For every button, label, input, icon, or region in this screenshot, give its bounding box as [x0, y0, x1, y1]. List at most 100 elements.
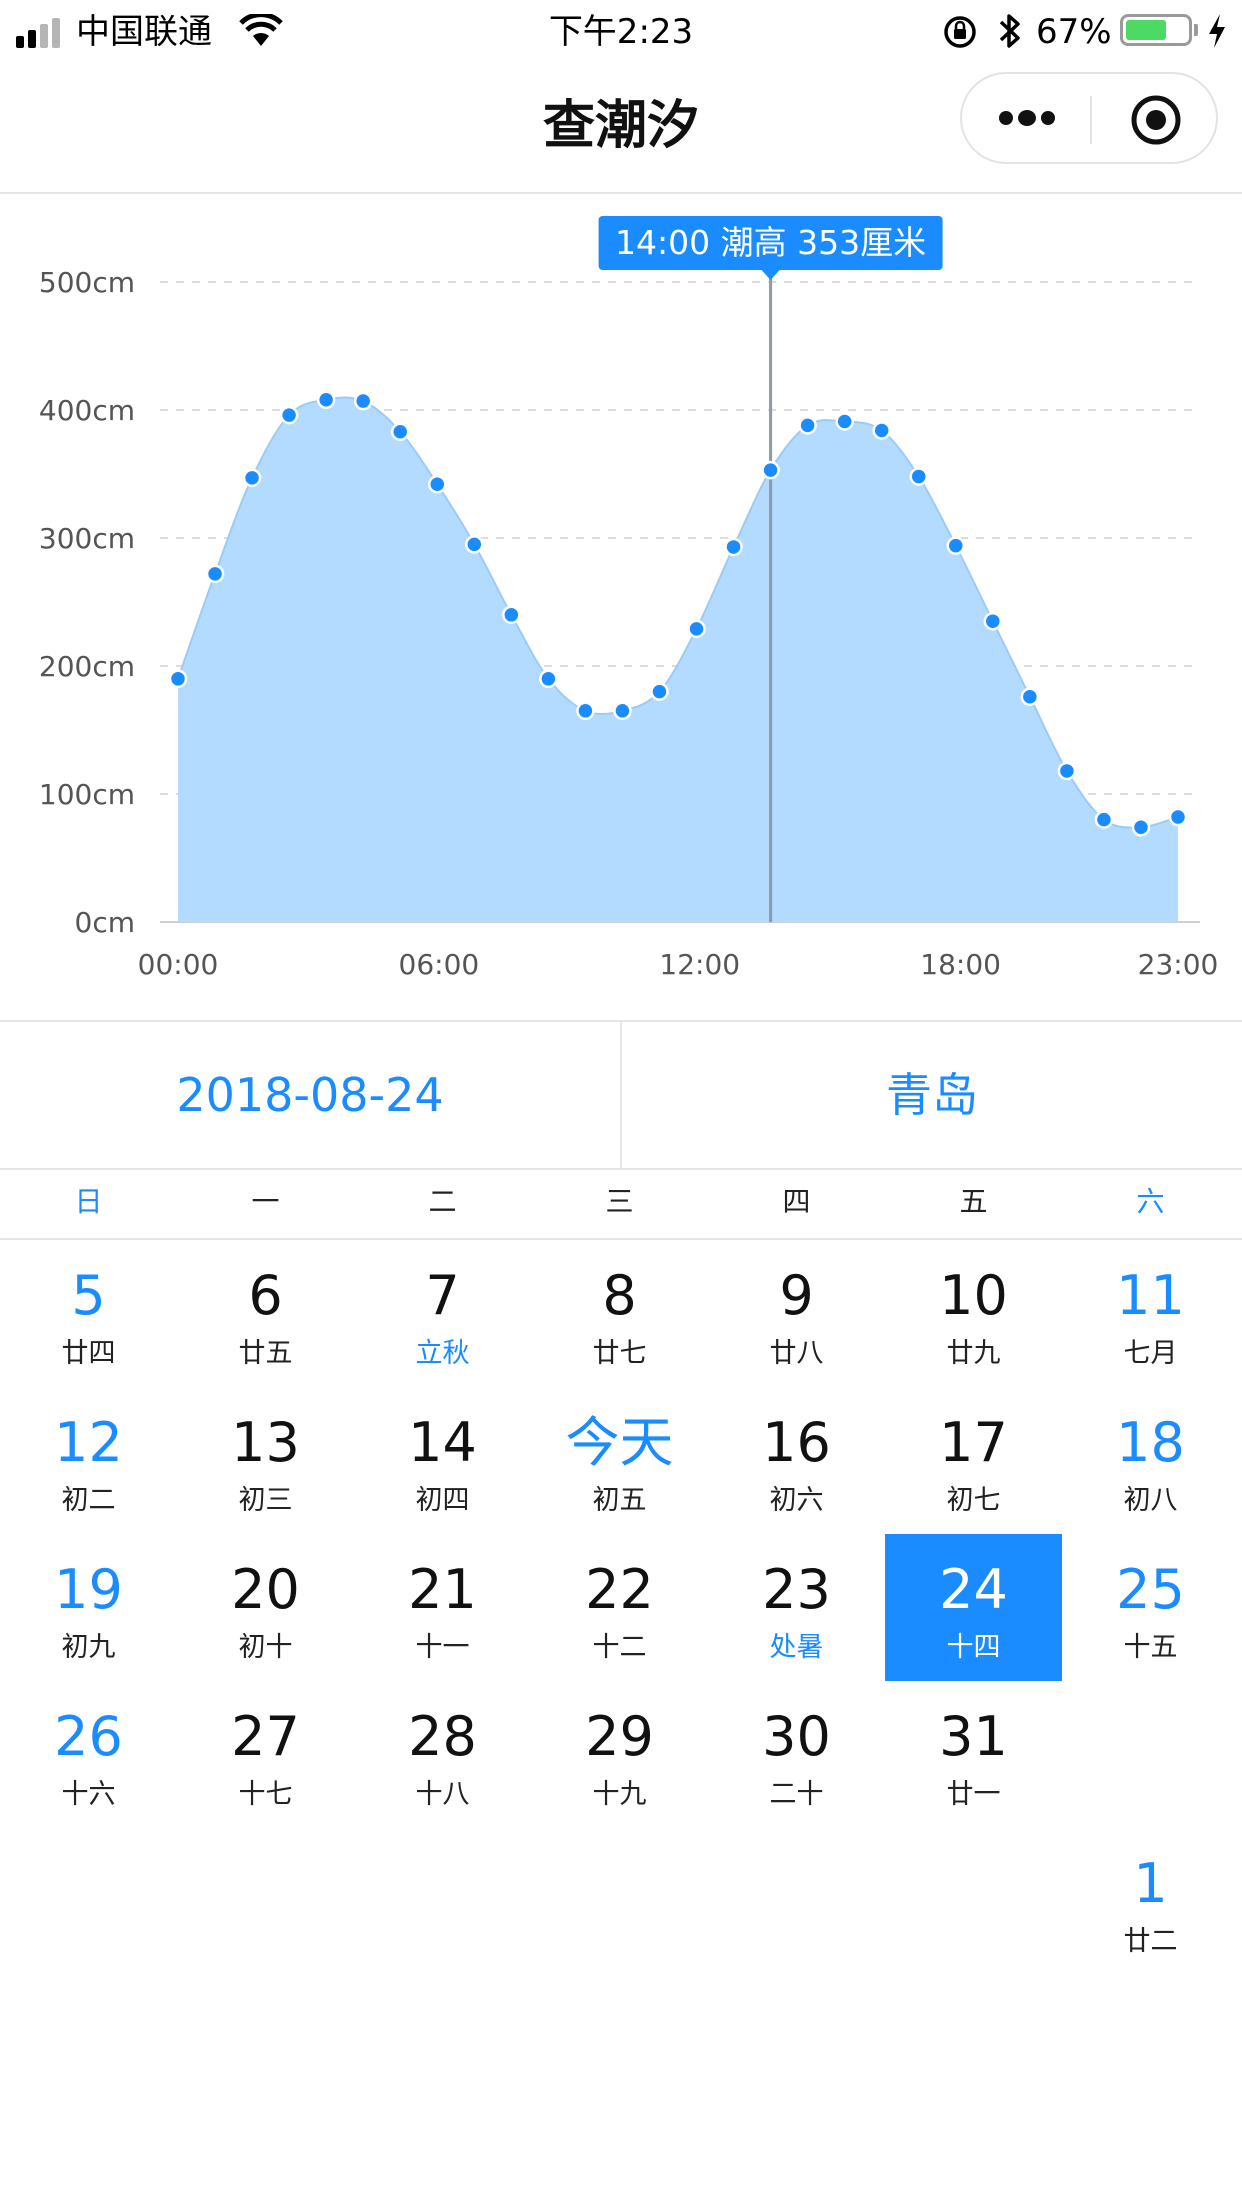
tooltip-text: 14:00 潮高 353厘米: [615, 223, 926, 262]
calendar-day[interactable]: 10 廿九: [885, 1240, 1062, 1387]
lunar-date-label: 十七: [238, 1779, 293, 1810]
day-number: 7: [425, 1264, 460, 1327]
calendar-day[interactable]: 20 初十: [177, 1534, 354, 1681]
y-tick-label: 200cm: [39, 650, 135, 683]
calendar-day[interactable]: 9 廿八: [708, 1240, 885, 1387]
calendar-day[interactable]: 25 十五: [1062, 1534, 1239, 1681]
lunar-date-label: 初三: [238, 1485, 293, 1516]
calendar-day[interactable]: 8 廿七: [531, 1240, 708, 1387]
data-point: [390, 422, 410, 442]
calendar-day[interactable]: 23 处暑: [708, 1534, 885, 1681]
battery-percent: 67%: [1036, 12, 1112, 52]
data-point: [687, 619, 706, 639]
calendar-day-today[interactable]: 今天 初五: [531, 1387, 708, 1534]
calendar-day[interactable]: 26 十六: [0, 1681, 177, 1828]
data-point: [761, 460, 780, 480]
calendar-day[interactable]: 6 廿五: [177, 1240, 354, 1387]
charging-bolt-icon: [1209, 14, 1225, 48]
data-point: [353, 391, 373, 411]
more-dots-icon: [999, 110, 1055, 126]
selector-row: 2018-08-24 青岛: [0, 1020, 1242, 1170]
lunar-date-label: 初五: [592, 1485, 647, 1516]
tide-chart[interactable]: 0cm 100cm 200cm 300cm 400cm 500cm 00:00 06:00 12…: [0, 194, 1242, 1020]
x-tick-label: 00:00: [138, 948, 219, 981]
lunar-date-label: 初八: [1123, 1485, 1178, 1516]
lunar-date-label: 廿五: [238, 1338, 293, 1369]
lunar-date-label: 廿一: [946, 1779, 1001, 1810]
calendar-day[interactable]: 30 二十: [708, 1681, 885, 1828]
lunar-date-label: 十二: [592, 1632, 647, 1663]
day-number: 25: [1116, 1558, 1185, 1621]
day-number: 今天: [565, 1411, 674, 1474]
calendar-day[interactable]: 29 十九: [531, 1681, 708, 1828]
data-point: [1131, 818, 1151, 837]
day-number: 27: [231, 1705, 300, 1768]
day-number: 11: [1116, 1264, 1185, 1327]
lunar-date-label: 十四: [946, 1632, 1001, 1663]
lunar-date-label: 十六: [61, 1779, 116, 1810]
day-number: 19: [54, 1558, 123, 1621]
weekday-label: 三: [605, 1185, 634, 1218]
day-number: 16: [762, 1411, 831, 1474]
nav-bar: 查潮汐: [0, 64, 1242, 194]
calendar-day[interactable]: 21 十一: [354, 1534, 531, 1681]
battery-cap: [1194, 24, 1198, 36]
y-tick-label: 100cm: [39, 778, 135, 811]
data-point: [316, 390, 336, 410]
calendar-day[interactable]: 31 廿一: [885, 1681, 1062, 1828]
close-button[interactable]: [1092, 74, 1218, 162]
calendar-day[interactable]: 14 初四: [354, 1387, 531, 1534]
data-point: [205, 564, 225, 584]
lunar-date-label: 初九: [61, 1632, 116, 1663]
lunar-date-label: 廿四: [61, 1338, 116, 1369]
day-number: 31: [939, 1705, 1008, 1768]
day-number: 5: [71, 1264, 106, 1327]
data-point: [502, 605, 521, 625]
data-point: [650, 682, 669, 701]
calendar-day[interactable]: 19 初九: [0, 1534, 177, 1681]
day-number: 1: [1133, 1852, 1168, 1915]
calendar-day[interactable]: 16 初六: [708, 1387, 885, 1534]
day-number: 21: [408, 1558, 477, 1621]
calendar-day[interactable]: 27 十七: [177, 1681, 354, 1828]
calendar-day[interactable]: 11 七月: [1062, 1240, 1239, 1387]
calendar-day[interactable]: 7 立秋: [354, 1240, 531, 1387]
date-picker[interactable]: 2018-08-24: [0, 1022, 622, 1168]
y-tick-label: 400cm: [39, 394, 135, 427]
city-picker[interactable]: 青岛: [622, 1022, 1242, 1168]
calendar-day[interactable]: 17 初七: [885, 1387, 1062, 1534]
data-point: [798, 416, 817, 435]
battery-fill: [1126, 20, 1166, 40]
weekday-label: 五: [959, 1185, 988, 1218]
solar-term-label: 立秋: [415, 1338, 470, 1369]
tooltip-arrow: [761, 270, 780, 280]
data-point: [576, 701, 595, 721]
lunar-date-label: 廿七: [592, 1338, 647, 1369]
lunar-date-label: 十八: [415, 1779, 470, 1810]
day-number: 24: [939, 1558, 1008, 1621]
calendar-day[interactable]: 28 十八: [354, 1681, 531, 1828]
day-number: 9: [779, 1264, 814, 1327]
day-number: 18: [1116, 1411, 1185, 1474]
calendar-day[interactable]: 1 廿二: [1062, 1828, 1239, 1975]
day-number: 13: [231, 1411, 300, 1474]
rotation-lock-icon: [944, 16, 976, 48]
day-number: 20: [231, 1558, 300, 1621]
calendar-day[interactable]: 13 初三: [177, 1387, 354, 1534]
calendar-day[interactable]: 18 初八: [1062, 1387, 1239, 1534]
day-number: 17: [939, 1411, 1008, 1474]
calendar-day[interactable]: 22 十二: [531, 1534, 708, 1681]
day-number: 26: [54, 1705, 123, 1768]
calendar-day[interactable]: 5 廿四: [0, 1240, 177, 1387]
calendar-day[interactable]: 12 初二: [0, 1387, 177, 1534]
y-tick-label: 500cm: [39, 266, 135, 299]
data-point: [983, 611, 1003, 631]
day-number: 30: [762, 1705, 831, 1768]
more-button[interactable]: [962, 74, 1090, 162]
lunar-date-label: 初六: [769, 1485, 824, 1516]
calendar-day-selected[interactable]: 24 十四: [885, 1534, 1062, 1681]
weekday-label: 六: [1136, 1185, 1165, 1218]
lunar-date-label: 廿九: [946, 1338, 1001, 1369]
y-tick-label: 0cm: [75, 906, 135, 939]
data-point: [872, 421, 891, 440]
